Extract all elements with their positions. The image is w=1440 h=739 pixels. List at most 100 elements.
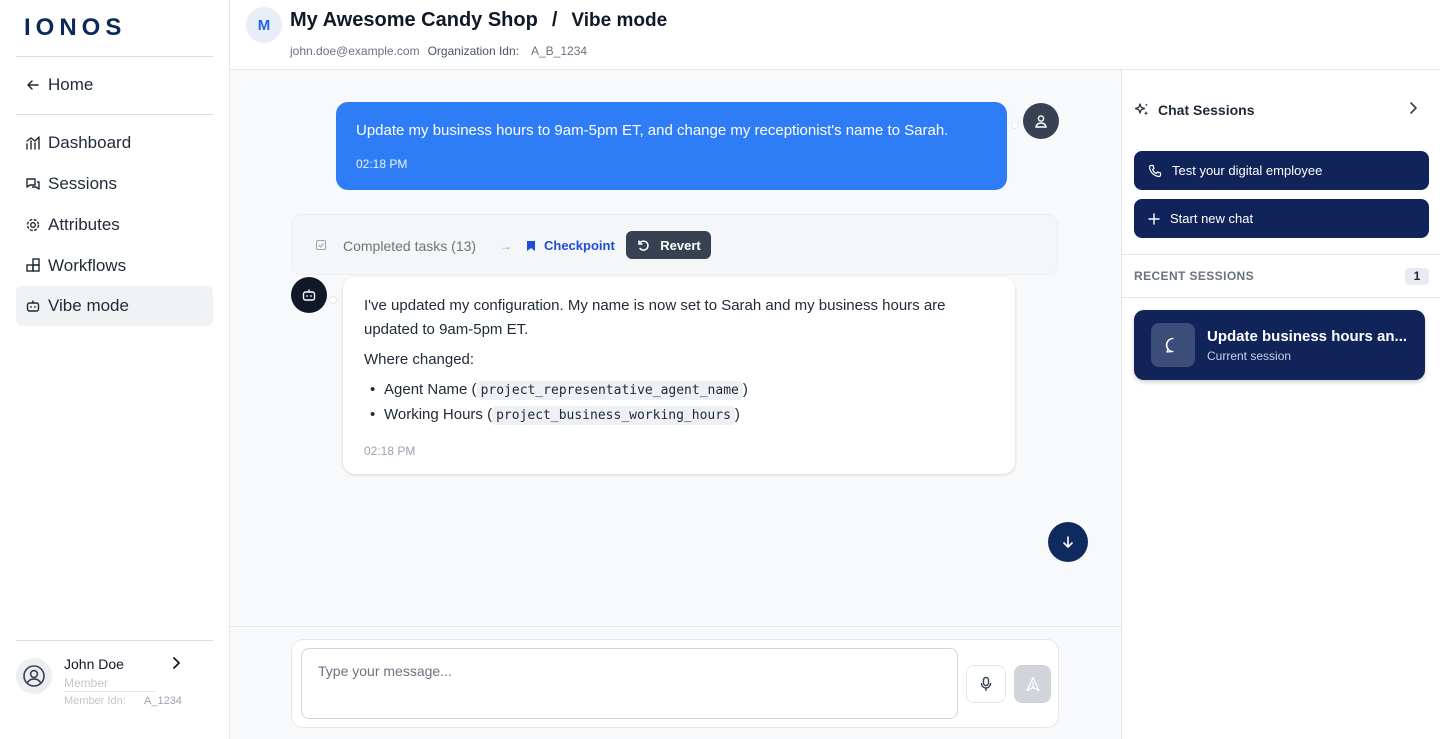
change-code: project_representative_agent_name <box>476 381 743 400</box>
phone-icon <box>1148 164 1162 177</box>
arrow-left-icon <box>24 76 42 94</box>
sidebar-divider <box>16 56 213 57</box>
sidebar-item-sessions[interactable]: Sessions <box>16 164 213 204</box>
org-avatar: M <box>246 7 282 43</box>
user-message-text: Update my business hours to 9am-5pm ET, … <box>356 122 949 139</box>
member-idn-value: A_1234 <box>144 695 182 707</box>
member-idn-label: Member Idn: <box>64 695 126 707</box>
sidebar-item-workflows[interactable]: Workflows <box>16 246 213 286</box>
session-item[interactable]: Update business hours an... Current sess… <box>1134 310 1425 380</box>
bot-message-text: I've updated my configuration. My name i… <box>364 297 946 338</box>
changes-list: Agent Name (project_representative_agent… <box>364 378 994 428</box>
breadcrumb-current: Vibe mode <box>571 10 668 31</box>
sidebar-divider <box>16 640 213 641</box>
sidebar: IONOS Home Dashboard Sessions Attributes… <box>0 0 230 739</box>
status-dot <box>1011 121 1019 129</box>
chat-sessions-label: Chat Sessions <box>1158 102 1255 118</box>
org-name: My Awesome Candy Shop <box>290 9 538 31</box>
revert-button[interactable]: Revert <box>626 231 711 259</box>
org-idn-value: A_B_1234 <box>530 44 588 58</box>
chat-sessions-panel: Chat Sessions Test your digital employee… <box>1121 70 1440 739</box>
change-name: Working Hours <box>384 406 483 423</box>
user-name: John Doe <box>64 656 124 672</box>
change-code: project_business_working_hours <box>492 406 735 425</box>
checkpoint-link[interactable]: Checkpoint <box>526 238 615 253</box>
page-header: M My Awesome Candy Shop / Vibe mode john.d… <box>230 0 1440 70</box>
arrow-right-icon: → <box>500 239 512 253</box>
user-message-time: 02:18 PM <box>356 157 408 171</box>
bot-avatar <box>291 277 327 313</box>
new-chat-label: Start new chat <box>1170 211 1254 226</box>
sidebar-item-label: Attributes <box>48 215 120 234</box>
sidebar-item-label: Home <box>48 75 94 94</box>
user-message-bubble: Update my business hours to 9am-5pm ET, … <box>336 102 1007 190</box>
sidebar-item-label: Dashboard <box>48 133 132 152</box>
user-circle-icon <box>23 665 45 687</box>
sidebar-item-vibe-mode[interactable]: Vibe mode <box>16 286 213 326</box>
chevron-right-icon[interactable] <box>1406 101 1420 115</box>
user-icon <box>1035 115 1047 128</box>
user-role: Member <box>64 676 155 692</box>
chevron-right-icon[interactable] <box>169 656 183 670</box>
checkbox-icon <box>316 240 326 250</box>
sidebar-item-label: Workflows <box>48 256 127 275</box>
session-icon <box>1151 323 1195 367</box>
where-changed-label: Where changed: <box>364 351 475 368</box>
checkpoint-label: Checkpoint <box>544 238 615 253</box>
page-title: My Awesome Candy Shop / Vibe mode <box>290 9 667 32</box>
start-new-chat-button[interactable]: Start new chat <box>1134 199 1429 238</box>
panel-divider <box>1122 254 1440 255</box>
session-title: Update business hours an... <box>1207 328 1408 345</box>
test-button-label: Test your digital employee <box>1172 163 1323 178</box>
sparkles-icon <box>1134 103 1149 116</box>
tasks-bar: Completed tasks (13) → Checkpoint Revert <box>291 214 1058 275</box>
user-email: john.doe@example.com <box>290 44 420 58</box>
message-input[interactable] <box>301 648 958 719</box>
status-dot <box>329 296 337 304</box>
completed-tasks-toggle[interactable]: Completed tasks (13) <box>343 238 476 254</box>
sidebar-item-dashboard[interactable]: Dashboard <box>16 123 213 163</box>
change-name: Agent Name <box>384 381 468 398</box>
test-digital-employee-button[interactable]: Test your digital employee <box>1134 151 1429 190</box>
composer-area <box>230 626 1121 739</box>
user-avatar <box>1023 103 1059 139</box>
microphone-button[interactable] <box>966 665 1006 703</box>
sidebar-item-label: Sessions <box>48 174 117 193</box>
org-idn-label: Organization Idn: <box>427 44 519 58</box>
chart-icon <box>24 134 42 152</box>
undo-icon <box>638 240 649 251</box>
sidebar-item-label: Vibe mode <box>48 296 129 315</box>
blocks-icon <box>24 257 42 275</box>
composer <box>291 639 1059 728</box>
panel-divider <box>1122 297 1440 298</box>
session-subtitle: Current session <box>1207 349 1292 363</box>
bot-icon <box>302 289 316 301</box>
bot-message-time: 02:18 PM <box>364 444 416 458</box>
sidebar-item-home[interactable]: Home <box>16 65 213 105</box>
ionos-logo[interactable]: IONOS <box>24 14 126 42</box>
chat-area[interactable]: Update my business hours to 9am-5pm ET, … <box>230 70 1121 626</box>
send-icon <box>1025 676 1040 692</box>
revert-label: Revert <box>660 237 701 253</box>
sidebar-item-attributes[interactable]: Attributes <box>16 205 213 245</box>
user-card[interactable]: John Doe Member Member Idn: A_1234 <box>16 650 213 710</box>
breadcrumb-separator: / <box>551 9 558 31</box>
bookmark-icon <box>527 240 535 251</box>
chat-icon <box>24 175 42 193</box>
chat-sessions-title: Chat Sessions <box>1134 102 1254 118</box>
list-item: Working Hours (project_business_working_… <box>364 403 994 428</box>
scroll-down-button[interactable] <box>1048 522 1088 562</box>
gear-icon <box>24 216 42 234</box>
sidebar-divider <box>16 114 213 115</box>
arrow-down-icon <box>1063 536 1073 548</box>
list-item: Agent Name (project_representative_agent… <box>364 378 994 403</box>
recent-sessions-count: 1 <box>1405 268 1429 285</box>
recent-sessions-label: RECENT SESSIONS <box>1134 269 1255 283</box>
bot-icon <box>24 297 42 315</box>
plus-icon <box>1148 212 1160 225</box>
avatar <box>16 658 52 694</box>
chat-bubble-icon <box>1165 337 1174 353</box>
header-meta: john.doe@example.com Organization Idn: A_B… <box>290 44 587 58</box>
send-button[interactable] <box>1014 665 1051 703</box>
bot-message-bubble: I've updated my configuration. My name i… <box>343 277 1015 474</box>
